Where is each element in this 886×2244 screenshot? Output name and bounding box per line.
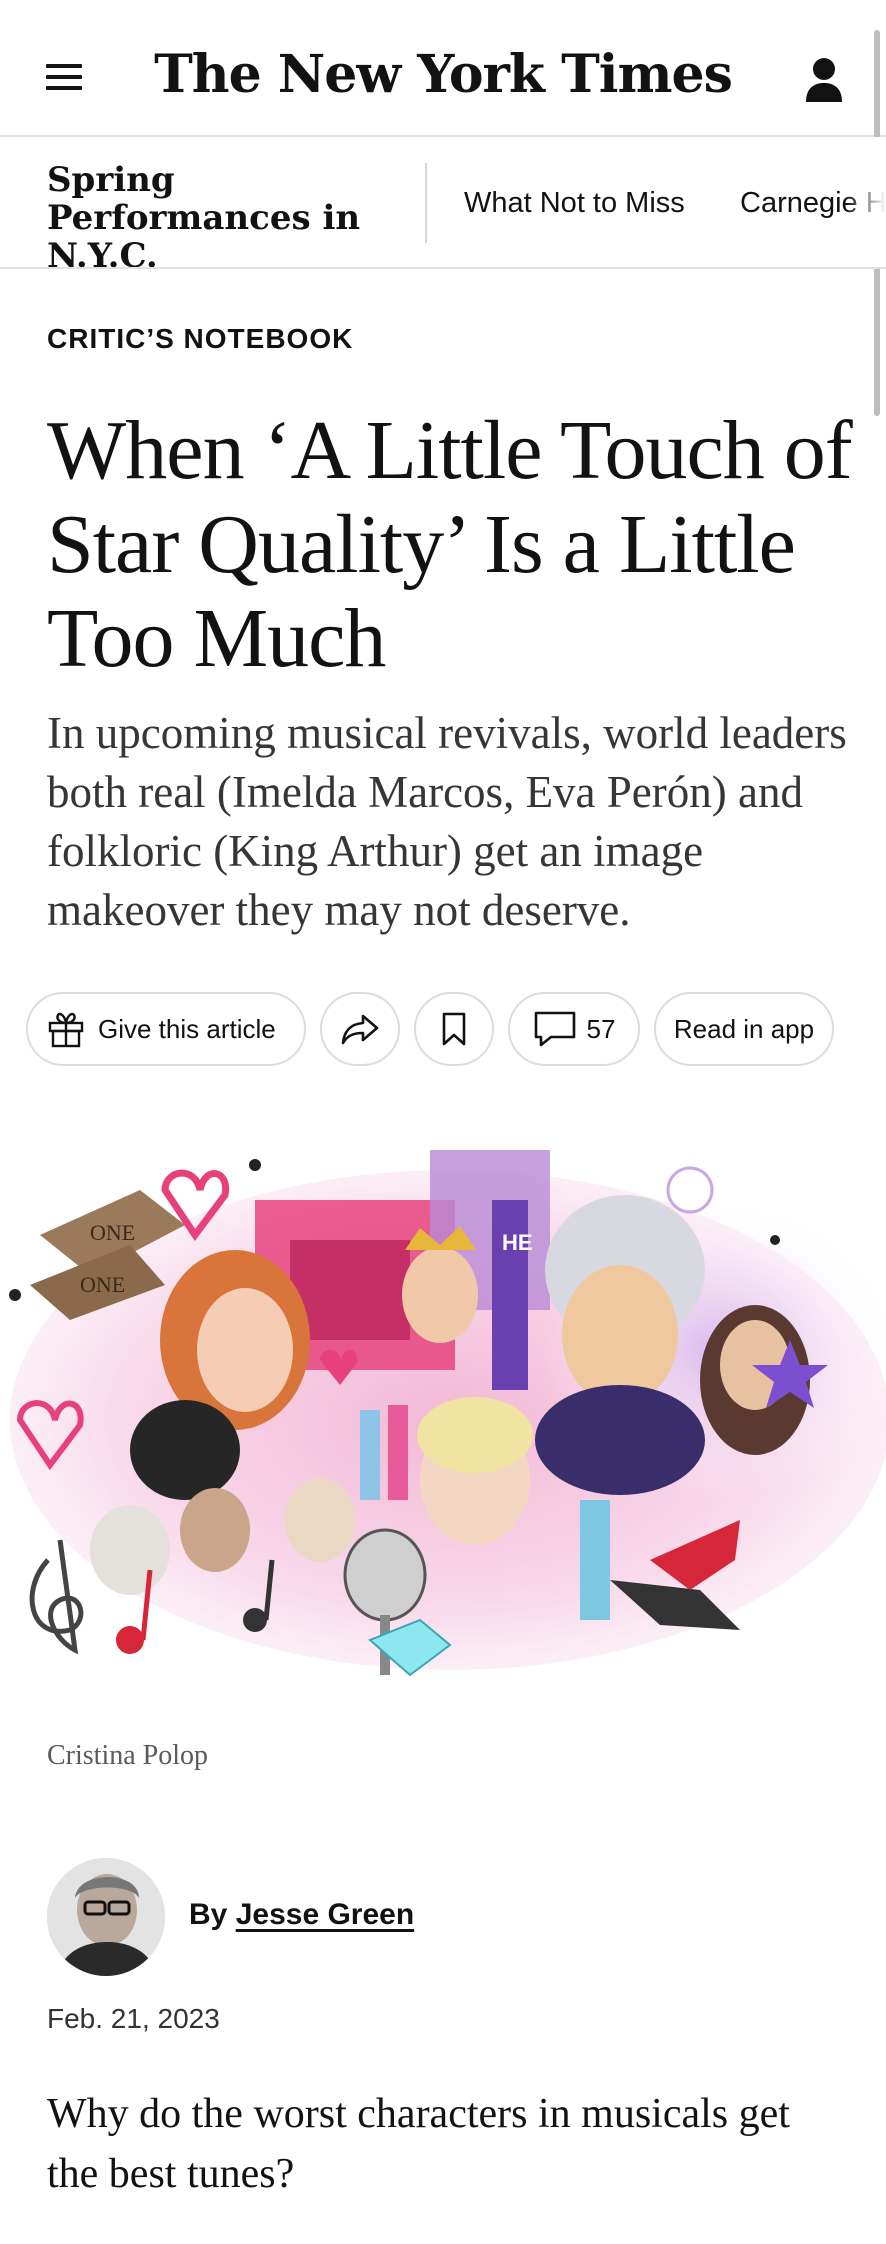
- give-article-button[interactable]: Give this article: [26, 992, 306, 1066]
- nav-link-what-not-to-miss[interactable]: What Not to Miss: [464, 187, 685, 220]
- masthead-logo[interactable]: The New York Times: [0, 44, 886, 105]
- article-kicker: CRITIC’S NOTEBOOK: [47, 323, 354, 354]
- comments-count: 57: [586, 1013, 616, 1044]
- image-credit: Cristina Polop: [47, 1740, 209, 1771]
- author-link[interactable]: Jesse Green: [236, 1898, 414, 1931]
- save-article-button[interactable]: [414, 992, 494, 1066]
- publish-date: Feb. 21, 2023: [47, 2003, 220, 2034]
- article-illustration: HE ONE ONE: [9, 1150, 886, 1677]
- section-nav: Spring Performances in N.Y.C. What Not t…: [0, 137, 886, 269]
- sign-one-top: ONE: [90, 1220, 135, 1245]
- article-lede: Why do the worst characters in musicals …: [47, 2091, 790, 2197]
- bookmark-icon: [442, 1012, 466, 1046]
- give-article-label: Give this article: [98, 1013, 276, 1044]
- read-in-app-button[interactable]: Read in app: [654, 992, 834, 1066]
- nav-fade: [846, 137, 886, 267]
- gift-icon: [48, 1012, 84, 1048]
- nav-divider: [425, 163, 427, 243]
- user-account-icon[interactable]: [804, 56, 844, 104]
- marquee-sign: HE: [502, 1230, 533, 1255]
- comment-icon: [534, 1011, 575, 1047]
- share-icon: [341, 1014, 379, 1045]
- byline-prefix: By: [189, 1898, 228, 1931]
- comments-button[interactable]: 57: [508, 992, 640, 1066]
- author-avatar[interactable]: [47, 1858, 165, 1976]
- byline: By Jesse Green: [189, 1898, 414, 1932]
- author-photo: [47, 1858, 165, 1976]
- article-headline: When ‘A Little Touch of Star Quality’ Is…: [47, 404, 853, 685]
- sign-one-bottom: ONE: [80, 1272, 125, 1297]
- top-bar: The New York Times: [0, 0, 886, 137]
- share-button[interactable]: [320, 992, 400, 1066]
- article-summary: In upcoming musical revivals, world lead…: [47, 708, 847, 935]
- section-title[interactable]: Spring Performances in N.Y.C.: [47, 161, 407, 267]
